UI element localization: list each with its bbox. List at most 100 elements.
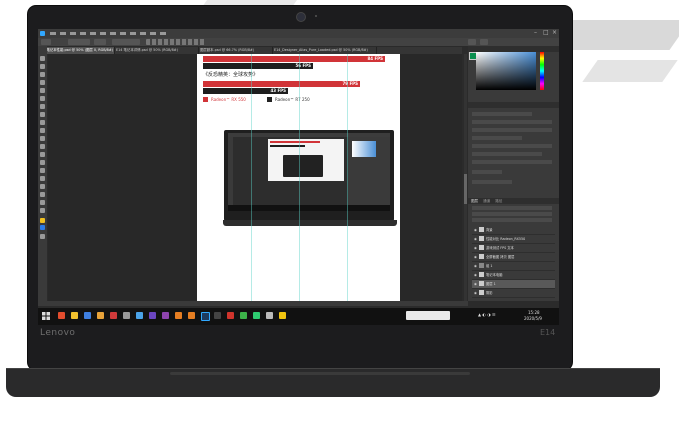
- eye-icon[interactable]: ◉: [474, 235, 477, 243]
- eye-icon[interactable]: ◉: [474, 280, 477, 288]
- layer-row[interactable]: ◉ 游戏测试 FPS 文本: [472, 244, 555, 253]
- blend-mode-row[interactable]: [472, 212, 552, 216]
- background-color-icon[interactable]: [40, 225, 45, 230]
- eye-icon[interactable]: ◉: [474, 289, 477, 297]
- tab-paths[interactable]: 路径: [495, 199, 502, 203]
- layer-row[interactable]: ◉ 笔记本电脑: [472, 271, 555, 280]
- guide-line[interactable]: [347, 54, 348, 301]
- layer-row-selected[interactable]: ◉ 图层 1: [472, 280, 555, 289]
- eraser-tool-icon[interactable]: [40, 136, 45, 141]
- hand-tool-icon[interactable]: [40, 200, 45, 205]
- illustrator-icon[interactable]: [188, 312, 195, 319]
- lock-row[interactable]: [472, 218, 552, 222]
- minimize-icon[interactable]: –: [534, 30, 540, 36]
- properties-row[interactable]: [472, 160, 552, 164]
- canvas-scrollbar[interactable]: [464, 54, 467, 301]
- brush-tool-icon[interactable]: [40, 112, 45, 117]
- app-icon[interactable]: [123, 312, 130, 319]
- app-icon[interactable]: [136, 312, 143, 319]
- app-icon[interactable]: [214, 312, 221, 319]
- tab-document-3[interactable]: 图层副本.psd @ 66.7% (RGB/8#): [198, 47, 273, 54]
- app-icon[interactable]: [97, 312, 104, 319]
- layer-filter-bar[interactable]: [472, 206, 552, 210]
- app-icon[interactable]: [149, 312, 156, 319]
- eye-icon[interactable]: ◉: [474, 226, 477, 234]
- quick-mask-icon[interactable]: [40, 234, 45, 239]
- app-icon[interactable]: [110, 312, 117, 319]
- app-icon[interactable]: [175, 312, 182, 319]
- pen-tool-icon[interactable]: [40, 168, 45, 173]
- crop-tool-icon[interactable]: [40, 88, 45, 93]
- dodge-tool-icon[interactable]: [40, 160, 45, 165]
- taskbar-date[interactable]: 2020/5/9: [524, 316, 542, 321]
- app-icon[interactable]: [279, 312, 286, 319]
- properties-panel-tabs[interactable]: [468, 102, 559, 108]
- foreground-color-icon[interactable]: [40, 218, 45, 223]
- shape-tool-icon[interactable]: [40, 192, 45, 197]
- tab-channels[interactable]: 通道: [483, 199, 490, 203]
- move-tool-option[interactable]: [41, 39, 51, 45]
- search-icon[interactable]: [468, 39, 476, 45]
- guide-line[interactable]: [299, 54, 300, 301]
- tab-document-2[interactable]: E14 笔记本详情.psd @ 50% (RGB/8#): [114, 47, 199, 54]
- lasso-tool-icon[interactable]: [40, 72, 45, 77]
- taskbar-time[interactable]: 15:28: [528, 310, 540, 315]
- properties-row[interactable]: [472, 180, 512, 184]
- tab-document-1[interactable]: E14笔记本性能.psd @ 50% (图层 0, RGB/8#): [38, 47, 115, 54]
- layer-row[interactable]: ◉ 阴影: [472, 289, 555, 298]
- properties-row[interactable]: [472, 152, 542, 156]
- layer-row[interactable]: ◉ 组 1: [472, 262, 555, 271]
- guide-line[interactable]: [251, 54, 252, 301]
- eyedropper-tool-icon[interactable]: [40, 96, 45, 101]
- layer-row[interactable]: ◉ 性能对比 Radeon_RX550: [472, 235, 555, 244]
- layer-row[interactable]: ◉ 背景: [472, 226, 555, 235]
- tab-layers[interactable]: 图层: [471, 199, 478, 203]
- type-tool-icon[interactable]: [40, 176, 45, 181]
- menu-items[interactable]: [50, 32, 170, 35]
- marquee-tool-icon[interactable]: [40, 64, 45, 69]
- show-transform-controls[interactable]: [112, 39, 140, 45]
- app-icon[interactable]: [58, 312, 65, 319]
- tab-document-4[interactable]: E14_Designer_Alias_Pure_Loaded.psd @ 50%…: [272, 47, 377, 54]
- tray-icons[interactable]: ▲ ◐ ◑ ☰: [478, 312, 495, 317]
- align-buttons[interactable]: [146, 39, 206, 45]
- healing-tool-icon[interactable]: [40, 104, 45, 109]
- app-icon[interactable]: [227, 312, 234, 319]
- eye-icon[interactable]: ◉: [474, 262, 477, 270]
- eye-icon[interactable]: ◉: [474, 271, 477, 279]
- history-brush-icon[interactable]: [40, 128, 45, 133]
- layers-panel-tabs[interactable]: 图层 通道 路径: [468, 198, 559, 204]
- photoshop-taskbar-icon[interactable]: [201, 312, 210, 321]
- color-picker-field[interactable]: [476, 52, 536, 90]
- wechat-icon[interactable]: [253, 312, 260, 319]
- properties-row[interactable]: [472, 144, 552, 148]
- document-canvas[interactable]: 84 FPS 56 FPS 《反恐精英：全球攻势》 79 FPS 43 FPS …: [197, 54, 400, 301]
- properties-row[interactable]: [472, 136, 522, 140]
- scrollbar-thumb[interactable]: [464, 174, 467, 204]
- properties-row[interactable]: [472, 120, 552, 124]
- stamp-tool-icon[interactable]: [40, 120, 45, 125]
- auto-select-dropdown[interactable]: [68, 39, 90, 45]
- maximize-icon[interactable]: □: [543, 30, 549, 36]
- zoom-tool-icon[interactable]: [40, 208, 45, 213]
- hue-slider[interactable]: [540, 52, 544, 90]
- app-icon[interactable]: [266, 312, 273, 319]
- layer-dropdown[interactable]: [94, 39, 106, 45]
- windows-start-icon[interactable]: [42, 312, 50, 320]
- close-icon[interactable]: ×: [552, 30, 558, 36]
- folder-app-icon[interactable]: [71, 312, 78, 319]
- quick-select-tool-icon[interactable]: [40, 80, 45, 85]
- notification-popup[interactable]: [406, 311, 450, 320]
- layer-row[interactable]: ◉ 全屏截图 拷贝 图层: [472, 253, 555, 262]
- eye-icon[interactable]: ◉: [474, 253, 477, 261]
- properties-row[interactable]: [472, 170, 502, 174]
- properties-row[interactable]: [472, 112, 532, 116]
- path-select-icon[interactable]: [40, 184, 45, 189]
- gradient-tool-icon[interactable]: [40, 144, 45, 149]
- properties-row[interactable]: [472, 128, 552, 132]
- app-icon[interactable]: [240, 312, 247, 319]
- eye-icon[interactable]: ◉: [474, 244, 477, 252]
- blur-tool-icon[interactable]: [40, 152, 45, 157]
- app-icon[interactable]: [84, 312, 91, 319]
- move-tool-icon[interactable]: [40, 56, 45, 61]
